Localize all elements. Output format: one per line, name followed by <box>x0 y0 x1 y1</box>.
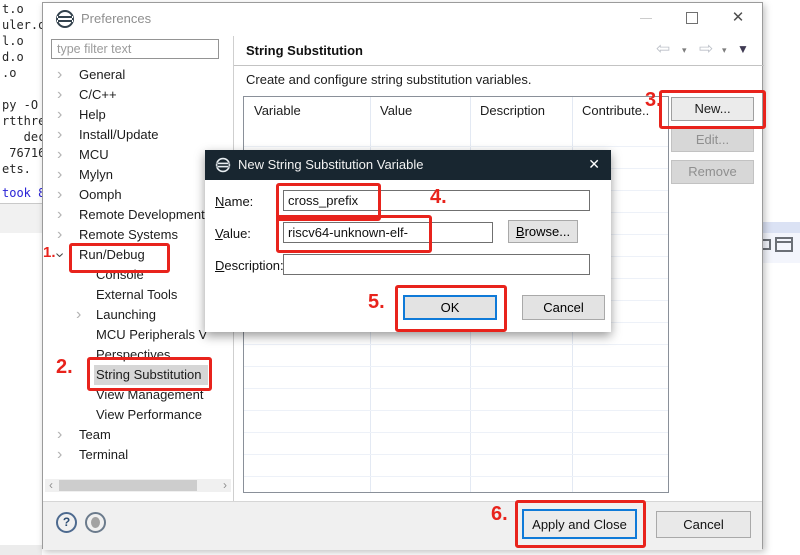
sidebar-item-perspectives[interactable]: Perspectives <box>43 345 233 365</box>
background-statusbar-strip <box>0 545 42 555</box>
value-field[interactable] <box>283 222 493 243</box>
dialog-titlebar: New String Substitution Variable <box>205 150 611 180</box>
chevron-right-icon[interactable] <box>57 185 62 205</box>
column-header-value[interactable]: Value <box>380 97 466 125</box>
new-button[interactable]: New... <box>671 97 754 121</box>
browse-button[interactable]: Browse... <box>508 220 578 243</box>
remove-button: Remove <box>671 160 754 184</box>
eclipse-logo-icon <box>55 9 75 29</box>
minimize-icon[interactable] <box>637 9 655 27</box>
chevron-right-icon[interactable] <box>57 125 62 145</box>
chevron-right-icon[interactable] <box>57 425 62 445</box>
header-divider <box>234 65 764 66</box>
name-field[interactable] <box>283 190 590 211</box>
scroll-left-icon[interactable]: ‹ <box>45 479 57 492</box>
chevron-right-icon[interactable] <box>76 305 81 325</box>
chevron-right-icon[interactable] <box>57 165 62 185</box>
edit-button: Edit... <box>671 128 754 152</box>
background-console-took-text: took 8s <box>2 186 43 200</box>
horizontal-scrollbar[interactable]: ‹ › <box>45 479 231 492</box>
page-description: Create and configure string substitution… <box>246 72 531 87</box>
help-icon[interactable]: ? <box>56 512 77 533</box>
background-console-text: t.o uler.o l.o d.o .o py -O b rtthrea de… <box>2 1 43 201</box>
dialog-cancel-button[interactable]: Cancel <box>522 295 605 320</box>
close-icon[interactable] <box>729 9 747 27</box>
chevron-expanded-icon[interactable] <box>50 252 70 257</box>
column-header-description[interactable]: Description <box>480 97 568 125</box>
chevron-right-icon[interactable] <box>57 65 62 85</box>
sidebar-item-c-cpp[interactable]: C/C++ <box>43 85 233 105</box>
dialog-close-icon[interactable] <box>588 156 600 173</box>
preferences-cancel-button[interactable]: Cancel <box>656 511 751 538</box>
titlebar: Preferences <box>43 3 762 36</box>
chevron-right-icon[interactable] <box>57 145 62 165</box>
forward-arrow-icon[interactable]: ⇨ <box>699 39 713 59</box>
description-label: Description: <box>215 258 284 273</box>
column-header-contributed[interactable]: Contribute.. <box>582 97 666 125</box>
background-right-header-strip <box>762 222 800 233</box>
background-panel-strip <box>0 204 42 233</box>
chevron-right-icon[interactable] <box>57 225 62 245</box>
sidebar-item-view-management[interactable]: View Management <box>43 385 233 405</box>
sidebar-item-terminal[interactable]: Terminal <box>43 445 233 465</box>
new-variable-dialog: New String Substitution Variable Name: V… <box>205 150 611 332</box>
back-arrow-icon[interactable]: ⇦ <box>656 39 670 59</box>
screenshot-root: t.o uler.o l.o d.o .o py -O b rtthrea de… <box>0 0 800 555</box>
description-field[interactable] <box>283 254 590 275</box>
window-title: Preferences <box>81 11 151 26</box>
forward-history-caret-icon[interactable]: ▾ <box>722 45 727 56</box>
sidebar-item-install-update[interactable]: Install/Update <box>43 125 233 145</box>
sidebar-item-help[interactable]: Help <box>43 105 233 125</box>
chevron-right-icon[interactable] <box>57 85 62 105</box>
name-label: Name: <box>215 194 253 209</box>
preference-recorder-icon[interactable] <box>85 512 106 533</box>
chevron-right-icon[interactable] <box>57 205 62 225</box>
filter-input[interactable] <box>51 39 219 59</box>
scroll-right-icon[interactable]: › <box>219 479 231 492</box>
sidebar-item-team[interactable]: Team <box>43 425 233 445</box>
back-history-caret-icon[interactable]: ▾ <box>682 45 687 56</box>
ok-button[interactable]: OK <box>403 295 497 320</box>
view-menu-icon[interactable]: ▼ <box>737 42 749 56</box>
page-title: String Substitution <box>246 43 363 58</box>
window-layout-icon <box>775 237 793 252</box>
eclipse-logo-icon <box>215 157 231 173</box>
column-header-variable[interactable]: Variable <box>254 97 366 125</box>
sidebar-item-view-performance[interactable]: View Performance <box>43 405 233 425</box>
dialog-title: New String Substitution Variable <box>238 157 423 172</box>
window-footer: ? Apply and Close Cancel <box>43 501 762 550</box>
apply-and-close-button[interactable]: Apply and Close <box>522 509 637 539</box>
scrollbar-thumb[interactable] <box>59 480 197 491</box>
maximize-icon[interactable] <box>683 9 701 27</box>
value-label: Value: <box>215 226 251 241</box>
sidebar-item-string-substitution[interactable]: String Substitution <box>43 365 233 385</box>
chevron-right-icon[interactable] <box>57 445 62 465</box>
sidebar-item-general[interactable]: General <box>43 65 233 85</box>
chevron-right-icon[interactable] <box>57 105 62 125</box>
